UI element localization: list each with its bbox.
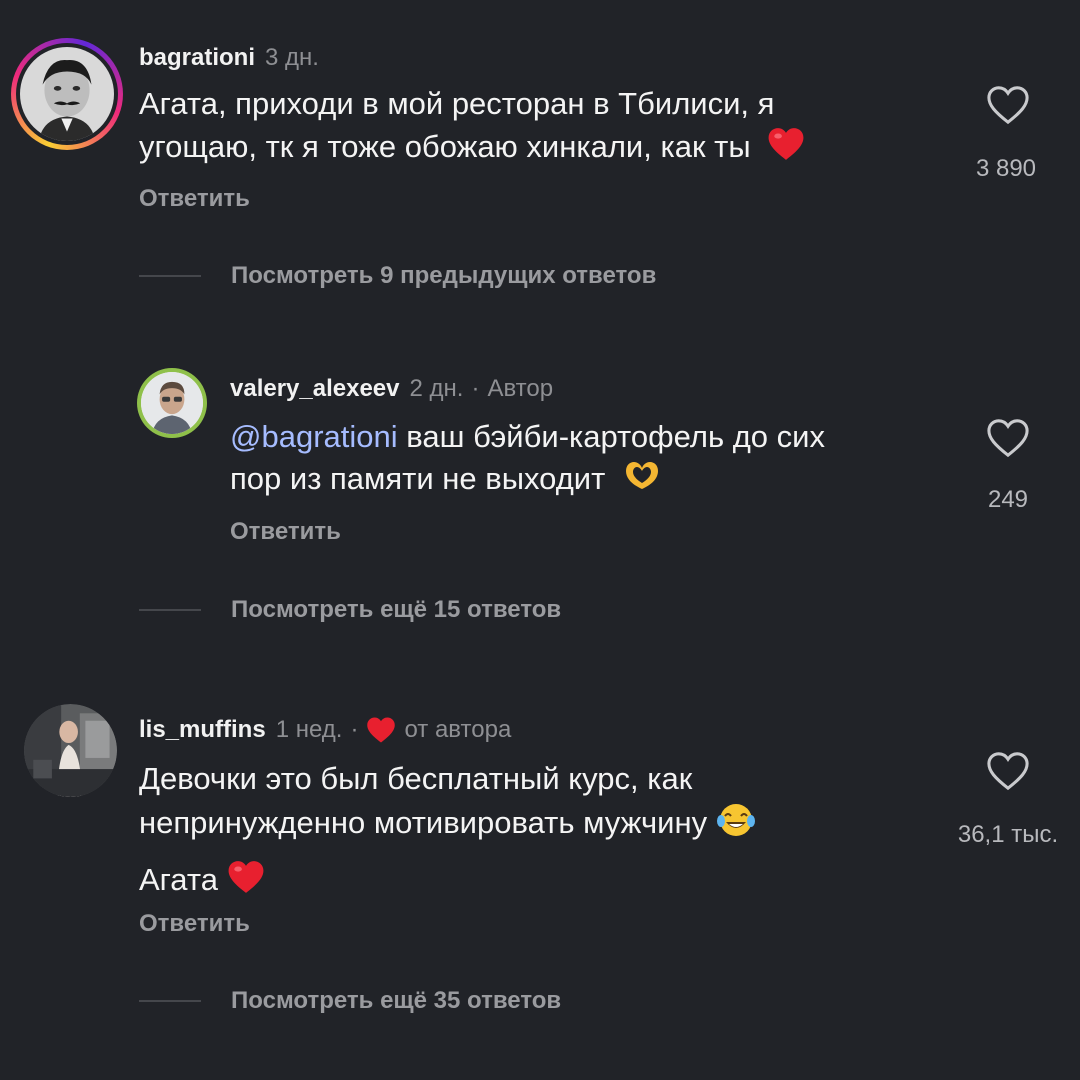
comment-text-line-with-emoji: непринужденно мотивировать мужчину: [139, 801, 919, 849]
view-replies-label: Посмотреть ещё 15 ответов: [231, 596, 562, 623]
comment-text: Агата, приходи в мой ресторан в Тбилиси,…: [139, 84, 939, 172]
reply-button[interactable]: Ответить: [139, 910, 250, 938]
comment-text: Девочки это был бесплатный курс, как неп…: [139, 759, 919, 905]
heart-outline-icon[interactable]: [985, 84, 1031, 126]
like-count: 36,1 тыс.: [957, 821, 1059, 848]
thread-divider: [139, 275, 201, 277]
view-replies-button[interactable]: Посмотреть ещё 35 ответов: [139, 987, 561, 1015]
liked-by-author-label: от автора: [404, 716, 512, 743]
timestamp: 2 дн.: [409, 375, 464, 402]
liked-by-author-heart-icon: [366, 716, 396, 744]
reply-button[interactable]: Ответить: [139, 185, 250, 213]
mention-link[interactable]: @bagrationi: [230, 419, 398, 454]
red-heart-emoji: [227, 859, 265, 905]
username[interactable]: lis_muffins: [139, 715, 266, 745]
tears-of-joy-emoji: [716, 801, 756, 849]
view-replies-button[interactable]: Посмотреть ещё 15 ответов: [139, 596, 561, 624]
comment-text-line: Агата: [139, 862, 218, 898]
avatar-valery-alexeev[interactable]: [137, 368, 207, 438]
reply-button[interactable]: Ответить: [230, 518, 341, 546]
heart-outline-icon[interactable]: [985, 417, 1031, 459]
timestamp: 1 нед.: [275, 716, 343, 743]
avatar-image: [24, 704, 117, 797]
comment-text: @bagrationi ваш бэйби-картофель до сих п…: [230, 417, 950, 503]
comment-meta: lis_muffins 1 нед. · от автора: [139, 715, 511, 745]
like-count: 3 890: [975, 155, 1037, 182]
username[interactable]: valery_alexeev: [230, 374, 400, 404]
comment-text-line: Девочки это был бесплатный курс, как: [139, 761, 693, 796]
comments-screen: bagrationi 3 дн. Агата, приходи в мой ре…: [0, 0, 1080, 1080]
view-replies-label: Посмотреть 9 предыдущих ответов: [231, 262, 657, 289]
comment-meta: valery_alexeev 2 дн. · Автор: [230, 374, 553, 404]
timestamp: 3 дн.: [265, 44, 319, 71]
comment-text-line: Агата, приходи в мой ресторан в Тбилиси,…: [139, 86, 775, 121]
comment-text-line-with-emoji: Агата: [139, 859, 919, 905]
red-heart-emoji: [767, 126, 805, 172]
comment-text-line: @bagrationi ваш бэйби-картофель до сих: [230, 417, 950, 457]
comment-text-line: угощаю, тк я тоже обожаю хинкали, как ты: [139, 129, 751, 165]
view-replies-label: Посмотреть ещё 35 ответов: [231, 987, 562, 1014]
heart-hands-emoji: [622, 459, 662, 503]
avatar-image: [141, 372, 203, 434]
thread-divider: [139, 1000, 201, 1002]
avatar-lis-muffins[interactable]: [24, 704, 117, 797]
comment-meta: bagrationi 3 дн.: [139, 43, 319, 73]
separator: ·: [350, 716, 359, 743]
avatar-bagrationi[interactable]: [11, 38, 123, 150]
comment-text-line: непринужденно мотивировать мужчину: [139, 805, 708, 841]
like-count: 249: [987, 486, 1029, 513]
comment-text-rest: ваш бэйби-картофель до сих: [397, 419, 825, 454]
avatar-image: [20, 47, 114, 141]
heart-outline-icon[interactable]: [985, 750, 1031, 792]
separator: ·: [471, 375, 480, 402]
comment-text-line-with-emoji: пор из памяти не выходит: [230, 459, 950, 503]
comment-text-line: пор из памяти не выходит: [230, 461, 606, 497]
author-badge: Автор: [487, 375, 554, 402]
username[interactable]: bagrationi: [139, 43, 255, 73]
comment-text-line-with-emoji: угощаю, тк я тоже обожаю хинкали, как ты: [139, 126, 939, 172]
thread-divider: [139, 609, 201, 611]
view-replies-button[interactable]: Посмотреть 9 предыдущих ответов: [139, 262, 656, 290]
